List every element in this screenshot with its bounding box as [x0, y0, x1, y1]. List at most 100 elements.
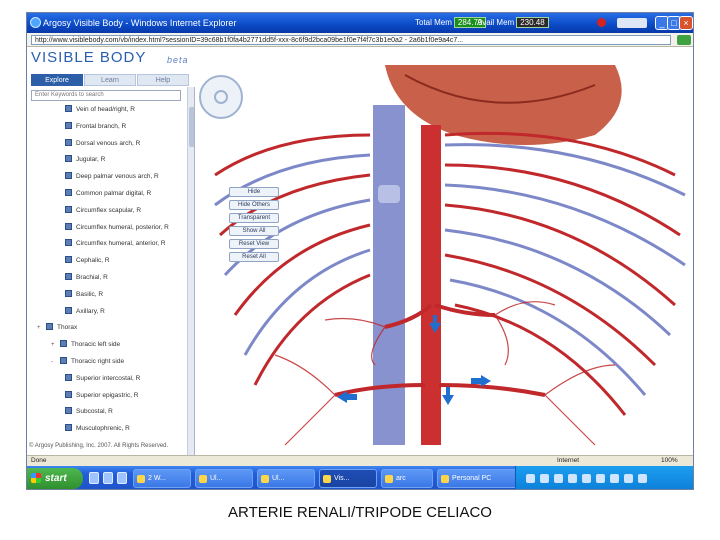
view-buttons: Hide Hide Others Transparent Show All Re… [229, 187, 279, 265]
tree-item[interactable]: Circumflex humeral, anterior, R [65, 239, 166, 249]
hide-others-button[interactable]: Hide Others [229, 200, 279, 210]
url-field[interactable]: http://www.visiblebody.com/vb/index.html… [31, 35, 671, 45]
navigation-center[interactable] [214, 90, 228, 104]
navigation-control[interactable] [199, 75, 243, 119]
tree-item[interactable]: Circumflex scapular, R [65, 205, 142, 216]
tree-item[interactable]: Cephalic, R [65, 256, 110, 266]
status-text: Done [31, 457, 47, 464]
taskbar-task[interactable]: arc [381, 469, 433, 488]
tree-item[interactable]: Axillary, R [65, 306, 105, 317]
tree-item[interactable]: Deep palmar venous arch, R [65, 172, 159, 182]
address-bar: http://www.visiblebody.com/vb/index.html… [27, 33, 693, 47]
close-button[interactable]: × [679, 16, 693, 30]
transparent-button[interactable]: Transparent [229, 213, 279, 223]
tree-item[interactable]: Vein of head/right, R [65, 105, 135, 115]
structure-tree-panel: Enter Keywords to search Vein of head/ri… [27, 87, 195, 455]
taskbar-task[interactable]: Vis... [319, 469, 377, 488]
tray-icon[interactable] [526, 474, 535, 483]
tray-icon[interactable] [638, 474, 647, 483]
copyright-notice: © Argosy Publishing, Inc. 2007. All Righ… [29, 443, 169, 449]
taskbar-task[interactable]: 2 W... [133, 469, 191, 488]
tree-item[interactable]: Dorsal venous arch, R [65, 138, 141, 149]
quick-launch-icon[interactable] [89, 472, 99, 484]
start-button[interactable]: start [27, 468, 83, 489]
tree-item[interactable]: Circumflex humeral, posterior, R [65, 222, 169, 233]
tray-icon[interactable] [596, 474, 605, 483]
taskbar-task[interactable]: Ul... [257, 469, 315, 488]
tree-item[interactable]: Jugular, R [65, 155, 105, 165]
security-zone: Internet [557, 457, 580, 464]
show-all-button[interactable]: Show All [229, 226, 279, 236]
quick-launch-icon[interactable] [117, 472, 127, 484]
internet-explorer-icon [30, 17, 41, 28]
tree-item[interactable]: + Thorax [37, 323, 77, 333]
tree-item-label: Cephalic, R [76, 257, 110, 265]
hepatic-vein-junction [378, 185, 400, 203]
tree-item-label: Circumflex scapular, R [76, 206, 142, 214]
tab-learn[interactable]: Learn [84, 74, 136, 86]
abdominal-aorta [421, 125, 441, 445]
beta-tag: beta [167, 55, 189, 65]
tray-icon[interactable] [540, 474, 549, 483]
tree-item-label: Musculophrenic, R [76, 425, 130, 433]
tree-item[interactable]: Basilic, R [65, 289, 103, 300]
tree-item[interactable]: - Thoracic right side [51, 357, 124, 367]
expand-icon[interactable]: + [51, 340, 57, 350]
tree-item-label: Circumflex humeral, anterior, R [76, 240, 166, 248]
tray-icon[interactable] [568, 474, 577, 483]
quick-launch-icon[interactable] [103, 472, 113, 484]
task-icon [323, 475, 331, 483]
tray-icon[interactable] [610, 474, 619, 483]
tree-item[interactable]: Subcostal, R [65, 407, 113, 417]
logo-text: VISIBLE BODY [31, 49, 147, 66]
zoom-level[interactable]: 100% [661, 457, 678, 464]
tree-item-label: Dorsal venous arch, R [76, 139, 141, 147]
tray-icon[interactable] [624, 474, 633, 483]
tree-item-label: Thoracic right side [71, 358, 125, 365]
tree-item[interactable]: + Thoracic left side [51, 340, 120, 350]
tree-item[interactable]: Superior intercostal, R [65, 373, 140, 384]
tree-item-label: Deep palmar venous arch, R [76, 173, 159, 181]
collapse-icon[interactable]: - [51, 357, 57, 367]
record-icon[interactable] [597, 18, 606, 27]
hide-button[interactable]: Hide [229, 187, 279, 197]
anatomy-3d-view[interactable]: Hide Hide Others Transparent Show All Re… [195, 65, 693, 455]
tab-explore[interactable]: Explore [31, 74, 83, 86]
tree-item[interactable]: Common palmar digital, R [65, 189, 151, 199]
tree-item[interactable]: Frontal branch, R [65, 121, 127, 132]
tree-item[interactable]: Superior epigastric, R [65, 390, 139, 401]
windows-flag-icon [31, 473, 41, 483]
structure-icon [65, 155, 72, 163]
tree-scrollbar[interactable] [187, 87, 194, 455]
task-icon [261, 475, 269, 483]
visible-body-logo: VISIBLE BODY beta [31, 49, 188, 71]
tray-icon[interactable] [582, 474, 591, 483]
system-tray [515, 466, 693, 489]
taskbar-task[interactable]: Personal PC [437, 469, 521, 488]
go-icon[interactable] [677, 35, 691, 45]
structure-icon [65, 222, 72, 230]
structure-icon [65, 390, 72, 398]
expand-icon[interactable]: + [37, 323, 43, 333]
task-icon [385, 475, 393, 483]
reset-view-button[interactable]: Reset View [229, 239, 279, 249]
avail-mem-readout: Avail Mem 230.48 [477, 17, 549, 29]
toolbar-widget[interactable] [617, 18, 647, 28]
task-label: 2 W... [148, 475, 166, 482]
tree-item[interactable]: Brachial, R [65, 273, 108, 283]
reset-all-button[interactable]: Reset All [229, 252, 279, 262]
total-mem-label: Total Mem [415, 18, 452, 27]
tree-item-label: Frontal branch, R [76, 122, 127, 130]
structure-icon [65, 189, 72, 196]
tree-item[interactable]: Musculophrenic, R [65, 424, 130, 434]
tray-icon[interactable] [554, 474, 563, 483]
task-icon [199, 475, 207, 483]
window-title: Argosy Visible Body - Windows Internet E… [43, 18, 237, 28]
task-label: arc [396, 475, 406, 482]
tree-item-label: Superior epigastric, R [76, 391, 139, 399]
taskbar-task[interactable]: Ul... [195, 469, 253, 488]
search-input[interactable]: Enter Keywords to search [31, 90, 181, 101]
tree-item-label: Jugular, R [76, 156, 106, 164]
structure-icon [65, 273, 72, 280]
tab-help[interactable]: Help [137, 74, 189, 86]
